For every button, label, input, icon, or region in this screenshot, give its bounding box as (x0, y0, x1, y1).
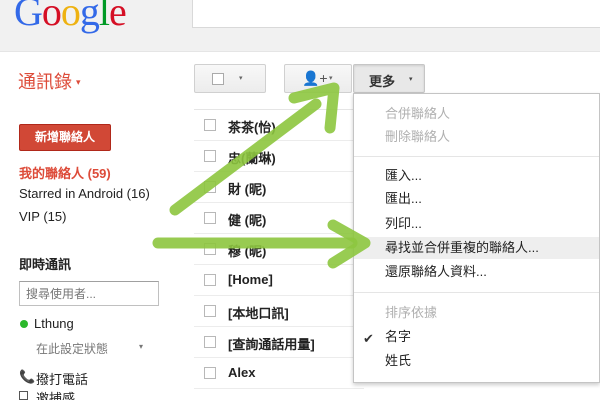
group-vip[interactable]: VIP (15) (19, 209, 66, 224)
menu-item-restore-contacts[interactable]: 還原聯絡人資料... (354, 261, 599, 283)
menu-divider (354, 292, 599, 293)
menu-item-merge-contacts[interactable]: 合併聯絡人 (354, 103, 599, 125)
chevron-down-icon: ▾ (329, 75, 333, 82)
chevron-down-icon: ▾ (239, 75, 243, 82)
contact-row[interactable]: 忠(蘭琳) (194, 141, 364, 172)
contact-row[interactable]: 穆 (昵) (194, 234, 364, 265)
contact-name[interactable]: 穆 (昵) (228, 241, 266, 260)
contact-name[interactable]: 健 (昵) (228, 210, 266, 229)
logo-letter: o (60, 0, 81, 34)
invite-icon (19, 391, 28, 400)
menu-item-sort-by-heading: 排序依據 (385, 305, 438, 320)
add-person-icon: 👤+ (302, 70, 328, 86)
chat-section-title: 即時通訊 (19, 257, 72, 272)
status-chevron-down-icon[interactable]: ▾ (139, 342, 143, 351)
chevron-down-icon: ▾ (76, 77, 81, 87)
contact-row[interactable]: [查詢通話用量] (194, 327, 364, 358)
row-checkbox[interactable] (204, 336, 216, 348)
contact-name[interactable]: 忠(蘭琳) (228, 148, 276, 167)
logo-letter: o (41, 0, 62, 34)
select-checkbox-button[interactable]: ▾ (194, 64, 266, 93)
row-checkbox[interactable] (204, 305, 216, 317)
status-message[interactable]: 在此設定狀態 (36, 340, 108, 357)
menu-divider (354, 156, 599, 157)
row-checkbox[interactable] (204, 212, 216, 224)
menu-item-export[interactable]: 匯出... (354, 188, 599, 210)
contact-name[interactable]: 財 (昵) (228, 179, 266, 198)
contact-name[interactable]: [Home] (228, 272, 273, 287)
call-phone-link[interactable]: 撥打電話 (36, 369, 88, 388)
row-checkbox[interactable] (204, 181, 216, 193)
chat-search-input[interactable] (19, 281, 159, 306)
contact-name[interactable]: Alex (228, 365, 255, 380)
more-button-label: 更多 (369, 74, 396, 89)
contact-row[interactable]: [本地口訊] (194, 296, 364, 327)
checkbox-icon (212, 73, 224, 85)
row-checkbox[interactable] (204, 367, 216, 379)
online-status-icon (20, 320, 28, 328)
logo-letter: G (14, 0, 43, 34)
group-my-contacts[interactable]: 我的聯絡人 (59) (19, 163, 111, 182)
chevron-down-icon: ▾ (409, 76, 413, 83)
menu-item-delete-contacts[interactable]: 刪除聯絡人 (354, 126, 599, 148)
more-dropdown-menu: 合併聯絡人 刪除聯絡人 匯入... 匯出... 列印... 尋找並合併重複的聯絡… (353, 93, 600, 383)
invite-link[interactable]: 邀捕感 (36, 388, 75, 400)
logo-letter: e (109, 0, 127, 34)
menu-item-print[interactable]: 列印... (354, 213, 599, 235)
top-bar: Google (0, 0, 600, 52)
contact-name[interactable]: 茶茶(怡) (228, 117, 276, 136)
phone-icon: 📞 (19, 369, 36, 384)
logo-letter: l (98, 0, 110, 34)
app-title-label: 通訊錄 (18, 72, 72, 92)
add-to-group-button[interactable]: 👤+ ▾ (284, 64, 352, 93)
contact-row[interactable]: [Home] (194, 265, 364, 296)
menu-item-sort-last-name[interactable]: 姓氏 (354, 350, 599, 372)
row-checkbox[interactable] (204, 274, 216, 286)
contact-name[interactable]: [查詢通話用量] (228, 334, 315, 353)
contact-row[interactable]: Alex (194, 358, 364, 389)
menu-item-sort-first-name[interactable]: 名字 (354, 326, 599, 348)
google-logo[interactable]: Google (14, 0, 127, 35)
app-title[interactable]: 通訊錄 ▾ (18, 68, 81, 94)
row-checkbox[interactable] (204, 150, 216, 162)
contact-name[interactable]: [本地口訊] (228, 303, 289, 322)
group-starred-android[interactable]: Starred in Android (16) (19, 186, 150, 201)
search-input[interactable] (192, 0, 600, 28)
new-contact-button[interactable]: 新增聯絡人 (19, 124, 111, 151)
contact-row[interactable]: 財 (昵) (194, 172, 364, 203)
more-button[interactable]: 更多 ▾ (353, 64, 425, 93)
contact-row[interactable]: 茶茶(怡) (194, 110, 364, 141)
chat-user-name[interactable]: Lthung (34, 316, 74, 331)
row-checkbox[interactable] (204, 119, 216, 131)
logo-letter: g (79, 0, 100, 34)
menu-item-find-merge-duplicates[interactable]: 尋找並合併重複的聯絡人... (354, 237, 599, 259)
row-checkbox[interactable] (204, 243, 216, 255)
contact-row[interactable]: 健 (昵) (194, 203, 364, 234)
menu-item-import[interactable]: 匯入... (354, 165, 599, 187)
